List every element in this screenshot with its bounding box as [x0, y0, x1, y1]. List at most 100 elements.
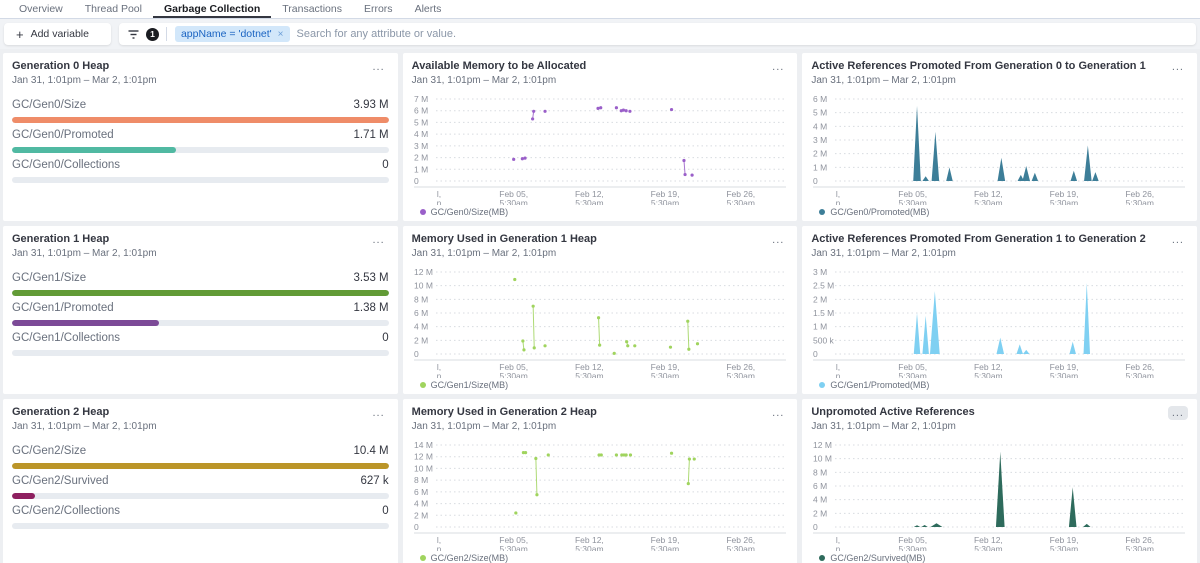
search-input[interactable]	[297, 28, 1188, 40]
tab-transactions[interactable]: Transactions	[271, 0, 353, 18]
metric-bar-track	[12, 493, 389, 499]
svg-text:2 M: 2 M	[414, 510, 428, 520]
panel-active-references-promoted-from-generation-0-to-generation-1: Active References Promoted From Generati…	[802, 53, 1197, 221]
svg-text:n: n	[836, 371, 841, 378]
tab-overview[interactable]: Overview	[8, 0, 74, 18]
metric-value: 0	[382, 505, 388, 517]
metric-label: GC/Gen1/Collections	[12, 332, 120, 344]
tab-errors[interactable]: Errors	[353, 0, 404, 18]
svg-text:5:30am: 5:30am	[726, 371, 754, 378]
panel-title: Memory Used in Generation 2 Heap	[412, 406, 597, 419]
panel-title: Available Memory to be Allocated	[412, 60, 587, 73]
svg-text:5:30am: 5:30am	[575, 198, 603, 205]
metric-bar-track	[12, 350, 389, 356]
filter-count-badge[interactable]: 1	[146, 28, 159, 41]
metric-bar-fill	[12, 463, 389, 469]
svg-text:5:30am: 5:30am	[1050, 371, 1078, 378]
svg-text:5:30am: 5:30am	[1050, 544, 1078, 551]
panel-header: Available Memory to be Allocated Jan 31, …	[412, 60, 789, 86]
chart-legend: GC/Gen0/Size(MB)	[420, 207, 789, 217]
svg-text:2 M: 2 M	[813, 508, 827, 518]
add-variable-button[interactable]: + Add variable	[4, 23, 111, 45]
svg-text:0: 0	[813, 349, 818, 359]
svg-text:1 M: 1 M	[813, 322, 827, 332]
svg-text:5 M: 5 M	[414, 117, 428, 127]
panel-time-range: Jan 31, 1:01pm – Mar 2, 1:01pm	[811, 75, 1145, 86]
svg-text:12 M: 12 M	[813, 440, 832, 450]
svg-text:7 M: 7 M	[414, 94, 428, 104]
panel-title: Generation 0 Heap	[12, 60, 157, 73]
metric-label: GC/Gen2/Collections	[12, 505, 120, 517]
svg-text:4 M: 4 M	[414, 499, 428, 509]
svg-text:8 M: 8 M	[414, 294, 428, 304]
panel-time-range: Jan 31, 1:01pm – Mar 2, 1:01pm	[811, 421, 974, 432]
svg-text:5:30am: 5:30am	[575, 371, 603, 378]
svg-text:10 M: 10 M	[813, 454, 832, 464]
svg-text:5 M: 5 M	[813, 108, 827, 118]
panel-menu-button[interactable]: ...	[1168, 233, 1188, 247]
metric-row-gc-gen2-survived: GC/Gen2/Survived627 k	[12, 475, 389, 499]
metric-bar-track	[12, 117, 389, 123]
chip-remove-icon[interactable]: ×	[278, 29, 284, 40]
tab-thread-pool[interactable]: Thread Pool	[74, 0, 153, 18]
svg-text:5:30am: 5:30am	[575, 544, 603, 551]
metric-label: GC/Gen0/Size	[12, 99, 86, 111]
metric-row-gc-gen2-size: GC/Gen2/Size10.4 M	[12, 445, 389, 469]
metric-label: GC/Gen1/Size	[12, 272, 86, 284]
metric-bar-fill	[12, 147, 176, 153]
panel-title: Memory Used in Generation 1 Heap	[412, 233, 597, 246]
chart-canvas: 12 M10 M8 M6 M4 M2 M0Feb 05,5:30amFeb 12…	[811, 439, 1188, 551]
filter-lines-icon[interactable]	[127, 29, 140, 40]
metric-value: 0	[382, 159, 388, 171]
svg-text:5:30am: 5:30am	[651, 198, 679, 205]
svg-text:2 M: 2 M	[813, 294, 827, 304]
svg-text:12 M: 12 M	[414, 452, 433, 462]
panel-menu-button[interactable]: ...	[768, 60, 788, 74]
panel-menu-button[interactable]: ...	[368, 233, 388, 247]
panel-time-range: Jan 31, 1:01pm – Mar 2, 1:01pm	[412, 75, 587, 86]
svg-text:0: 0	[414, 176, 419, 186]
tab-alerts[interactable]: Alerts	[404, 0, 453, 18]
svg-text:5:30am: 5:30am	[1050, 198, 1078, 205]
metric-value: 3.53 M	[353, 272, 388, 284]
panel-menu-button[interactable]: ...	[768, 406, 788, 420]
chart-canvas: 7 M6 M5 M4 M3 M2 M1 M0Feb 05,5:30amFeb 1…	[412, 93, 789, 205]
svg-text:1.5 M: 1.5 M	[813, 308, 834, 318]
metric-label: GC/Gen0/Collections	[12, 159, 120, 171]
panel-header: Generation 1 HeapJan 31, 1:01pm – Mar 2,…	[12, 233, 389, 259]
svg-text:n: n	[436, 371, 441, 378]
legend-dot-icon	[420, 209, 426, 215]
panel-title: Unpromoted Active References	[811, 406, 974, 419]
filter-chip-appname[interactable]: appName = 'dotnet' ×	[175, 26, 290, 42]
panel-time-range: Jan 31, 1:01pm – Mar 2, 1:01pm	[12, 248, 157, 259]
metric-bar-fill	[12, 290, 389, 296]
metric-bar-fill	[12, 117, 389, 123]
panel-menu-button[interactable]: ...	[368, 406, 388, 420]
panel-menu-button[interactable]: ...	[368, 60, 388, 74]
svg-text:2 M: 2 M	[813, 149, 827, 159]
svg-text:5:30am: 5:30am	[975, 371, 1003, 378]
svg-text:8 M: 8 M	[414, 475, 428, 485]
panel-menu-button[interactable]: ...	[768, 233, 788, 247]
svg-text:5:30am: 5:30am	[975, 544, 1003, 551]
metric-line: GC/Gen1/Collections0	[12, 332, 389, 344]
tab-garbage-collection[interactable]: Garbage Collection	[153, 0, 271, 18]
panel-menu-button[interactable]: ...	[1168, 60, 1188, 74]
svg-text:2 M: 2 M	[414, 335, 428, 345]
metric-bar-track	[12, 177, 389, 183]
panel-time-range: Jan 31, 1:01pm – Mar 2, 1:01pm	[412, 421, 597, 432]
panel-menu-button[interactable]: ...	[1168, 406, 1188, 420]
svg-text:n: n	[436, 544, 441, 551]
svg-text:6 M: 6 M	[813, 481, 827, 491]
svg-text:5:30am: 5:30am	[726, 198, 754, 205]
svg-text:10 M: 10 M	[414, 463, 433, 473]
metric-line: GC/Gen2/Collections 0	[12, 505, 389, 517]
svg-text:5:30am: 5:30am	[899, 198, 927, 205]
svg-text:0: 0	[414, 522, 419, 532]
panel-generation-0-heap: Generation 0 HeapJan 31, 1:01pm – Mar 2,…	[3, 53, 398, 221]
chart-legend: GC/Gen0/Promoted(MB)	[819, 207, 1188, 217]
search-bar[interactable]: 1 appName = 'dotnet' ×	[119, 23, 1196, 45]
panel-time-range: Jan 31, 1:01pm – Mar 2, 1:01pm	[811, 248, 1145, 259]
svg-text:5:30am: 5:30am	[651, 371, 679, 378]
metric-line: GC/Gen2/Size10.4 M	[12, 445, 389, 457]
